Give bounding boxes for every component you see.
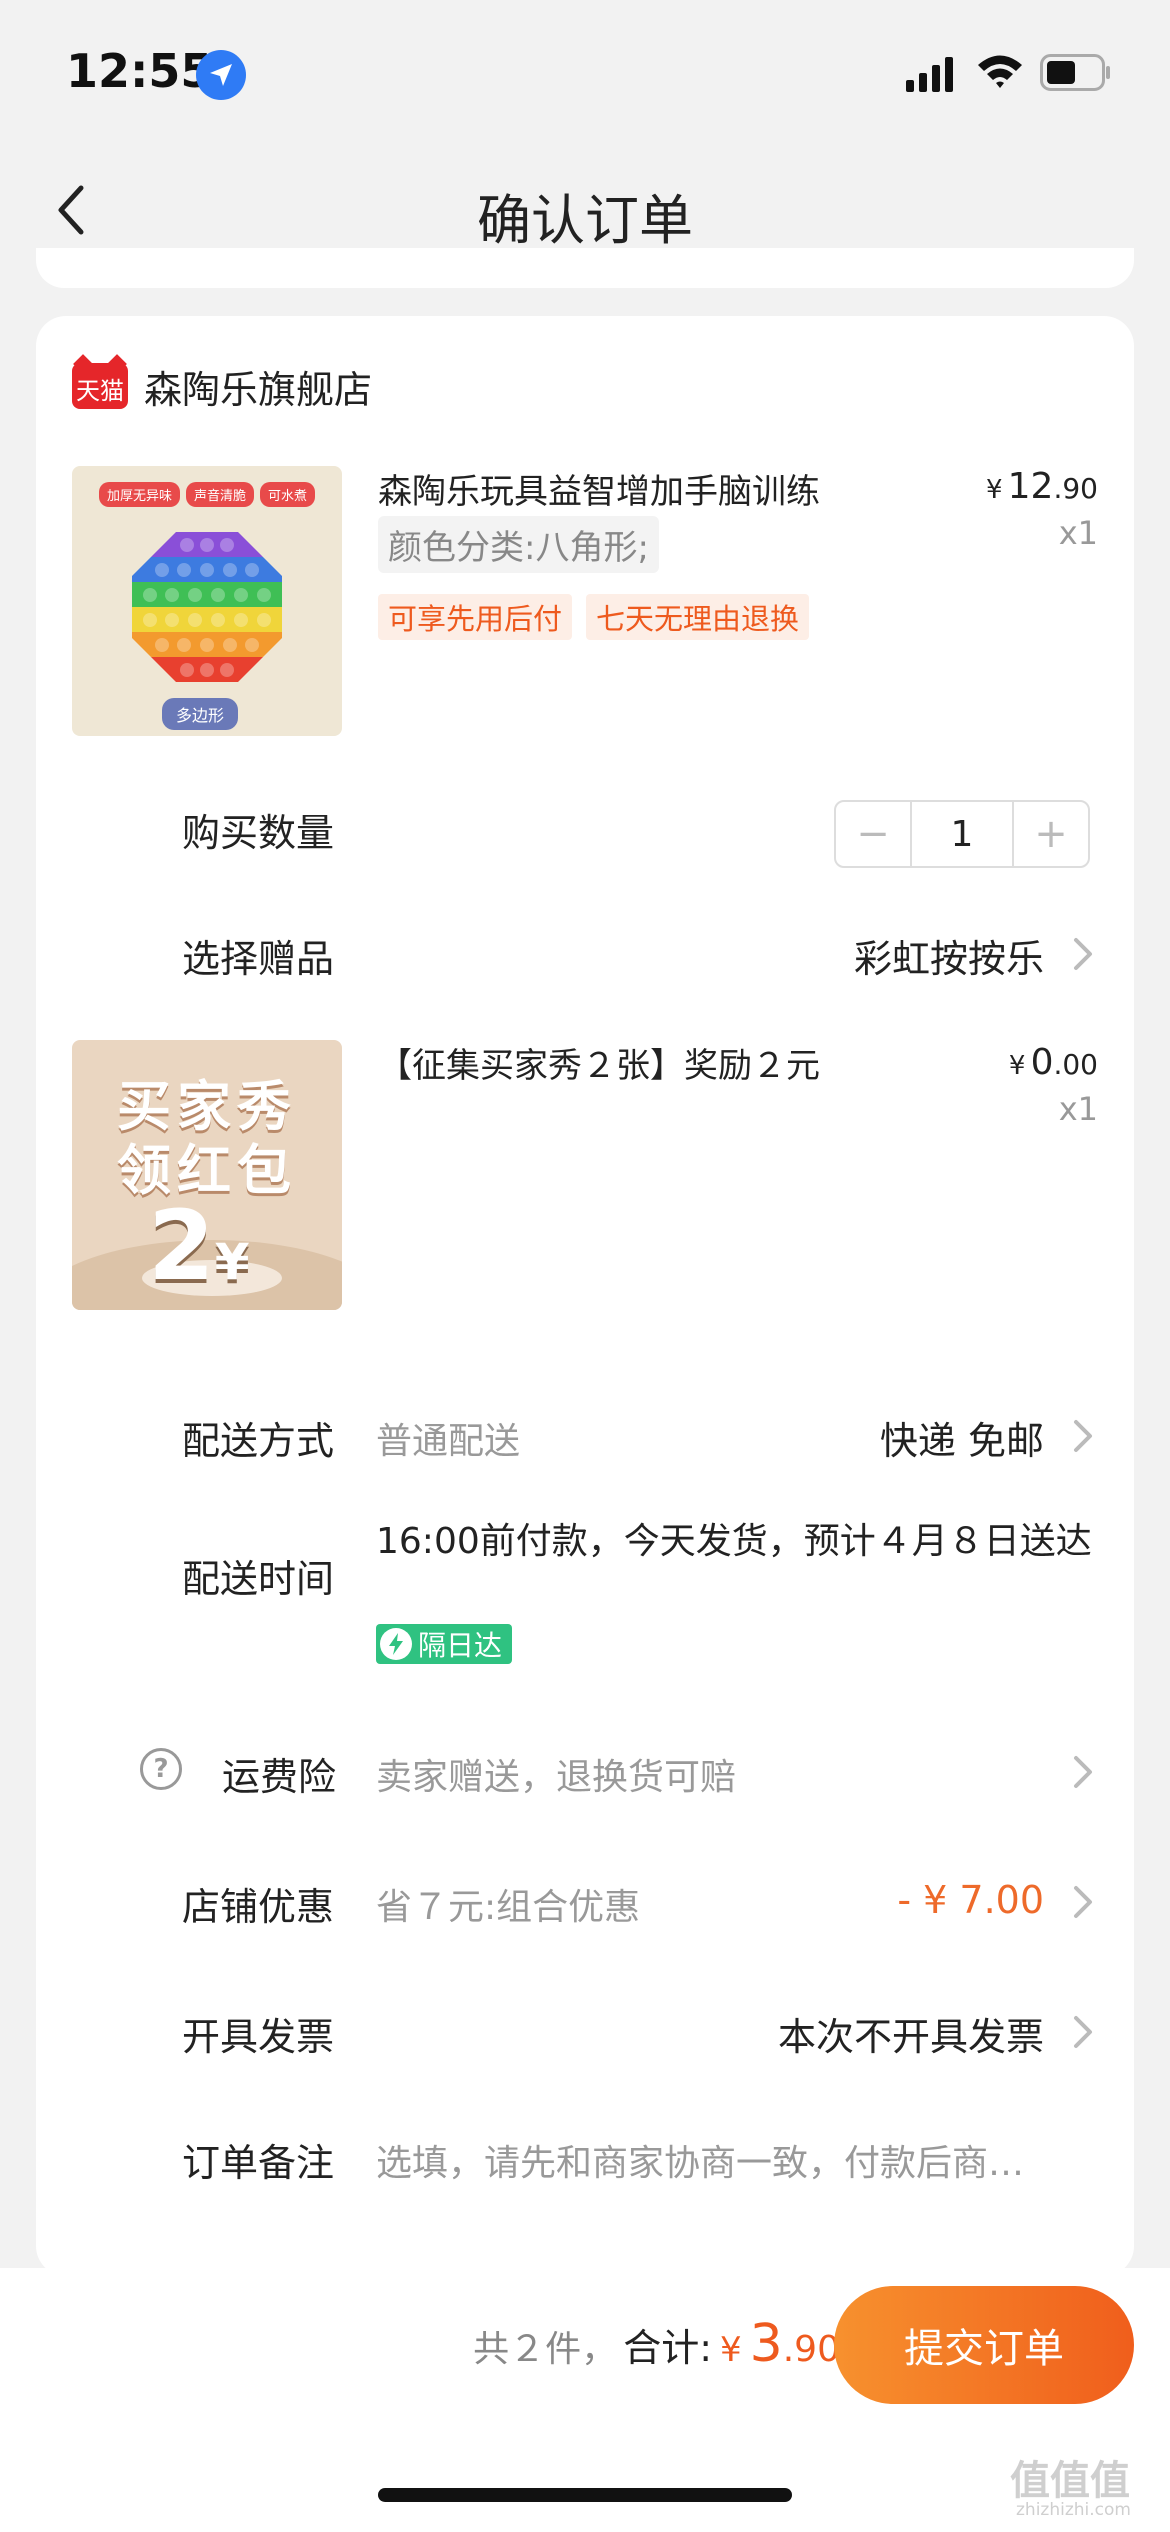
next-day-badge: 隔日达 — [376, 1624, 513, 1664]
shop-name: 森陶乐旗舰店 — [144, 367, 373, 412]
remark-label: 订单备注 — [182, 2141, 335, 2185]
image-shape-label: 多边形 — [162, 698, 239, 730]
rainbow-popit-octagon — [132, 532, 282, 682]
battery-icon — [1040, 54, 1112, 96]
decrement-button[interactable]: − — [836, 802, 910, 866]
quantity-stepper: − 1 + — [834, 800, 1090, 868]
chevron-right-icon[interactable] — [1068, 2012, 1098, 2052]
cellular-signal-icon — [906, 56, 956, 96]
price-currency: ¥ — [986, 475, 1003, 505]
insurance-label: 运费险 — [222, 1755, 337, 1799]
tmall-logo: 天猫 — [72, 363, 128, 409]
gift-product-price: ¥ 0.00 — [1009, 1042, 1098, 1083]
chevron-right-icon[interactable] — [1068, 1882, 1098, 1922]
help-icon[interactable]: ? — [140, 1748, 182, 1790]
price-integer: 12 — [1007, 466, 1054, 507]
product-title[interactable]: 森陶乐玩具益智增加手脑训练 — [378, 464, 820, 513]
price-currency: ¥ — [1008, 1051, 1026, 1081]
order-confirm-page: 12:55 确认订单 天猫 森陶乐旗舰店 加厚无异味 声音清脆 可水煮 多边形 … — [0, 0, 1170, 2532]
image-tags: 加厚无异味 声音清脆 可水煮 — [72, 482, 342, 507]
gift-product-title[interactable]: 【征集买家秀２张】奖励２元 — [378, 1038, 820, 1087]
pay-later-badge: 可享先用后付 — [378, 594, 573, 640]
image-amount: 2¥ — [148, 1190, 250, 1302]
product-price: ¥ 12.90 — [986, 466, 1098, 507]
gift-product-image[interactable]: 买家秀 领红包 2¥ — [72, 1040, 342, 1310]
status-time: 12:55 — [66, 44, 213, 98]
shipping-label: 配送方式 — [182, 1419, 335, 1463]
product-spec[interactable]: 颜色分类:八角形; — [378, 516, 659, 573]
total-integer: 3 — [749, 2314, 783, 2374]
product-quantity: x1 — [1058, 514, 1098, 552]
shop-discount-value[interactable]: - ¥ 7.00 — [897, 1878, 1044, 1922]
delivery-time-text: 16:00前付款，今天发货，预计４月８日送达 — [376, 1521, 1092, 1562]
chevron-right-icon[interactable] — [1068, 934, 1098, 974]
gift-value[interactable]: 彩虹按按乐 — [854, 928, 1044, 983]
quantity-value[interactable]: 1 — [910, 802, 1014, 866]
wifi-icon — [976, 52, 1024, 96]
total-currency: ¥ — [720, 2330, 742, 2370]
product-image[interactable]: 加厚无异味 声音清脆 可水煮 多边形 — [72, 466, 342, 736]
watermark-url: zhizhizhi.com — [1016, 2500, 1131, 2520]
product-badges: 可享先用后付 七天无理由退换 — [378, 594, 810, 640]
address-card-bottom — [36, 248, 1134, 288]
delivery-time-label: 配送时间 — [182, 1557, 335, 1601]
price-decimal: .00 — [1053, 1048, 1098, 1081]
quantity-label: 购买数量 — [182, 811, 335, 855]
shipping-value[interactable]: 快递 免邮 — [880, 1410, 1044, 1465]
image-tag: 加厚无异味 — [98, 482, 180, 507]
shop-discount-desc: 省７元:组合优惠 — [376, 1887, 641, 1928]
watermark: 值值值 — [1010, 2458, 1130, 2504]
gift-product-quantity: x1 — [1058, 1090, 1098, 1128]
submit-order-button[interactable]: 提交订单 — [834, 2286, 1134, 2404]
chevron-right-icon[interactable] — [1068, 1752, 1098, 1792]
shop-discount-label: 店铺优惠 — [182, 1885, 335, 1929]
chevron-right-icon[interactable] — [1068, 1416, 1098, 1456]
location-arrow-icon — [196, 50, 246, 100]
price-integer: 0 — [1030, 1042, 1054, 1083]
status-bar: 12:55 — [0, 0, 1170, 140]
total-label: 合计: — [623, 2326, 712, 2370]
image-tag: 可水煮 — [260, 482, 316, 507]
price-decimal: .90 — [1053, 472, 1098, 505]
checkout-bar: 共２件， 合计: ¥ 3.90 提交订单 值值值 zhizhizhi.com — [0, 2268, 1170, 2532]
return-policy-badge: 七天无理由退换 — [586, 594, 810, 640]
gift-label: 选择赠品 — [182, 937, 335, 981]
remark-input[interactable]: 选填，请先和商家协商一致，付款后商… — [376, 2134, 1106, 2186]
total-decimal: .90 — [782, 2329, 840, 2370]
image-amount-number: 2 — [148, 1190, 215, 1302]
image-tag: 声音清脆 — [185, 482, 254, 507]
lightning-icon — [380, 1628, 412, 1660]
invoice-value[interactable]: 本次不开具发票 — [778, 2006, 1044, 2061]
shop-header[interactable]: 天猫 森陶乐旗舰店 — [72, 356, 372, 416]
invoice-label: 开具发票 — [182, 2015, 335, 2059]
order-card: 天猫 森陶乐旗舰店 加厚无异味 声音清脆 可水煮 多边形 森陶乐玩具益智增加手脑… — [36, 316, 1134, 2276]
home-indicator[interactable] — [378, 2488, 792, 2502]
insurance-desc: 卖家赠送，退换货可赔 — [376, 1757, 737, 1798]
image-amount-currency: ¥ — [214, 1233, 250, 1291]
next-day-badge-text: 隔日达 — [418, 1629, 503, 1662]
page-title: 确认订单 — [477, 189, 693, 252]
order-summary: 共２件， 合计: ¥ 3.90 — [473, 2314, 840, 2374]
item-count: 共２件， — [473, 2329, 618, 2370]
increment-button[interactable]: + — [1014, 802, 1088, 866]
shipping-desc: 普通配送 — [376, 1421, 521, 1462]
